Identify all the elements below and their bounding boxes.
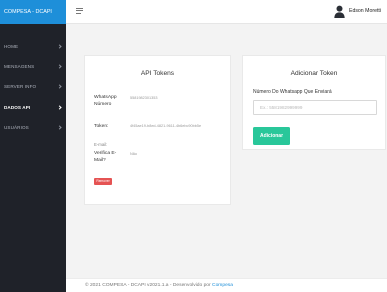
footer-link-compesa[interactable]: Compesa: [212, 283, 233, 288]
sidebar-item-label: HOME: [4, 43, 19, 49]
whatsapp-label: WhatsApp Número: [94, 95, 117, 107]
hamburger-icon[interactable]: [76, 8, 83, 14]
card-title: Adicionar Token: [290, 70, 338, 77]
sidebar-item-label: SERVER INFO: [4, 83, 37, 89]
user-name: Edson Moretti: [348, 8, 381, 14]
remove-button[interactable]: Remover: [94, 178, 112, 185]
chevron-right-icon: [57, 83, 62, 89]
whatsapp-field-label: Número Do Whatsapp Que Enviará: [253, 89, 332, 95]
token-label: Token:: [94, 124, 109, 129]
chevron-right-icon: [57, 104, 62, 110]
sidebar: HOME MENSAGENS SERVER INFO DADOS API USU…: [0, 24, 66, 292]
brand-title[interactable]: COMPESA - DCAPI: [0, 0, 66, 24]
token-value: 4f45ae19-b8ed-4821-9611-4b6ebc90bb5e: [130, 124, 202, 128]
topbar: Edson Moretti: [66, 0, 387, 24]
card-title: API Tokens: [140, 70, 175, 77]
email-label: E-mail:: [94, 142, 108, 147]
chevron-right-icon: [57, 63, 62, 69]
chevron-right-icon: [57, 43, 62, 49]
sidebar-item-usuarios[interactable]: USUÁRIOS: [0, 122, 66, 132]
whatsapp-value: 5581982301353: [130, 96, 158, 100]
sidebar-item-server-info[interactable]: SERVER INFO: [0, 81, 66, 91]
user-avatar-icon: [334, 5, 345, 18]
sidebar-item-label: USUÁRIOS: [4, 124, 29, 130]
sidebar-item-label: DADOS API: [4, 104, 31, 110]
add-button[interactable]: Adicionar: [253, 127, 290, 145]
sidebar-item-dados-api[interactable]: DADOS API: [0, 102, 66, 112]
verifica-email-label: Verifica E-Mail?: [94, 151, 117, 163]
sidebar-item-mensagens[interactable]: MENSAGENS: [0, 61, 66, 71]
sidebar-item-home[interactable]: HOME: [0, 41, 66, 51]
footer: © 2021 COMPESA - DCAPI v2021.1.a - Desen…: [66, 278, 387, 292]
api-tokens-card: API Tokens WhatsApp Número 5581982301353…: [84, 55, 231, 205]
whatsapp-number-input[interactable]: [253, 100, 377, 115]
chevron-right-icon: [57, 124, 62, 130]
add-token-card: Adicionar Token Número Do Whatsapp Que E…: [242, 55, 386, 150]
verifica-email-value: Não: [130, 152, 137, 156]
footer-copyright: © 2021 COMPESA - DCAPI v2021.1.a - Desen…: [85, 283, 211, 288]
sidebar-item-label: MENSAGENS: [4, 63, 35, 69]
user-menu[interactable]: Edson Moretti: [334, 4, 381, 18]
footer-text: © 2021 COMPESA - DCAPI v2021.1.a - Desen…: [85, 283, 233, 288]
